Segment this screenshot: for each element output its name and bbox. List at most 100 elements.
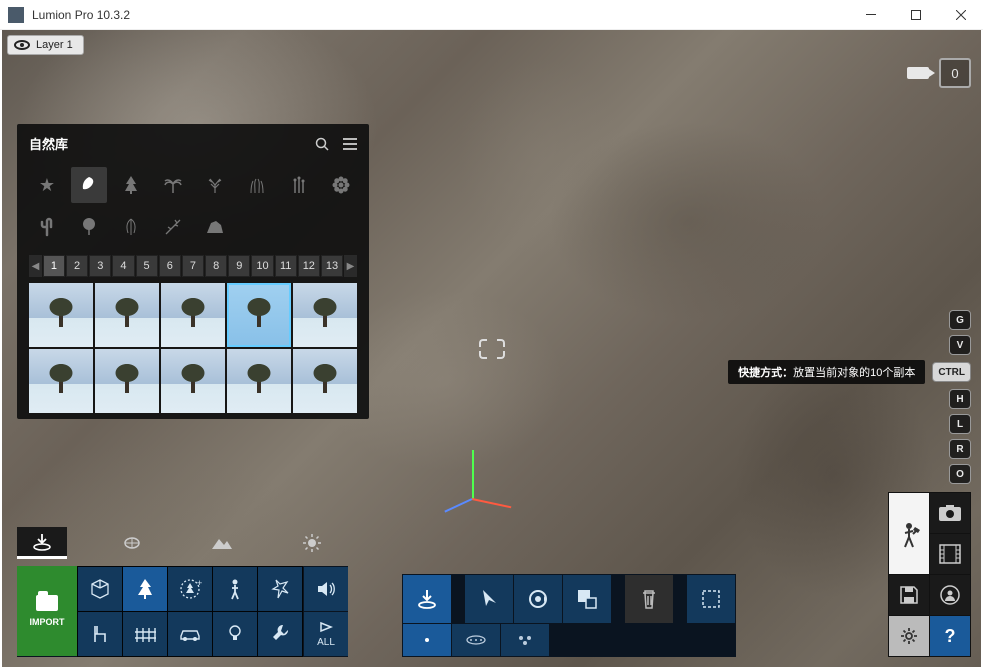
all-button[interactable]: ALL: [304, 612, 348, 656]
layer-chip[interactable]: Layer 1: [7, 35, 84, 55]
thumb-item[interactable]: [293, 349, 357, 413]
tab-weather-icon[interactable]: [287, 527, 337, 559]
cat-cactus-icon[interactable]: [29, 209, 65, 245]
key-g: G: [949, 310, 971, 330]
axis-x: [472, 498, 512, 508]
menu-icon[interactable]: [343, 138, 357, 150]
page-5[interactable]: 5: [136, 255, 158, 277]
cat-baretree-icon[interactable]: [197, 167, 233, 203]
library-panel: 自然库 ★: [17, 124, 369, 419]
page-next-button[interactable]: ▶: [344, 255, 357, 277]
mode-build-icon[interactable]: [889, 493, 929, 574]
select-button[interactable]: [465, 575, 513, 623]
mode-360-icon[interactable]: [930, 575, 970, 615]
rotate-button[interactable]: [514, 575, 562, 623]
page-12[interactable]: 12: [298, 255, 320, 277]
mode-photo-icon[interactable]: [930, 493, 970, 533]
viewport-3d[interactable]: Layer 1 0 自然库 ★: [2, 30, 981, 667]
key-o: O: [949, 464, 971, 484]
thumb-item[interactable]: [95, 283, 159, 347]
page-strip: ◀ 1 2 3 4 5 6 7 8 9 10 11 12 13 ▶: [17, 255, 369, 283]
cat-flower-icon[interactable]: [323, 167, 359, 203]
key-v: V: [949, 335, 971, 355]
thumb-item[interactable]: [161, 283, 225, 347]
app-icon: [8, 7, 24, 23]
page-6[interactable]: 6: [159, 255, 181, 277]
page-prev-button[interactable]: ◀: [29, 255, 42, 277]
mode-help-button[interactable]: ?: [930, 616, 970, 656]
minimize-button[interactable]: [848, 0, 893, 30]
thumb-item[interactable]: [293, 283, 357, 347]
thumb-item[interactable]: [161, 349, 225, 413]
page-8[interactable]: 8: [205, 255, 227, 277]
page-2[interactable]: 2: [66, 255, 88, 277]
cat-grass-icon[interactable]: [239, 167, 275, 203]
cat-star-icon[interactable]: ★: [29, 167, 65, 203]
scale-button[interactable]: [563, 575, 611, 623]
tool-light-icon[interactable]: [213, 612, 257, 656]
cat-branch-icon[interactable]: [155, 209, 191, 245]
tab-place-icon[interactable]: [17, 527, 67, 559]
import-label: IMPORT: [30, 617, 65, 627]
thumb-item[interactable]: [29, 283, 93, 347]
cat-reed-icon[interactable]: [281, 167, 317, 203]
tool-fence-icon[interactable]: [123, 612, 167, 656]
tool-utility-icon[interactable]: [258, 612, 302, 656]
page-13[interactable]: 13: [321, 255, 343, 277]
page-10[interactable]: 10: [251, 255, 273, 277]
cat-rock-icon[interactable]: [197, 209, 233, 245]
page-7[interactable]: 7: [182, 255, 204, 277]
cat-conifer-icon[interactable]: [113, 167, 149, 203]
key-ctrl: CTRL: [932, 362, 971, 382]
cat-leaf-icon[interactable]: [71, 167, 107, 203]
sub-single-icon[interactable]: [403, 624, 451, 656]
tool-cluster-icon[interactable]: +: [168, 567, 212, 611]
delete-button[interactable]: [625, 575, 673, 623]
cat-shrub-icon[interactable]: [71, 209, 107, 245]
tool-car-icon[interactable]: [168, 612, 212, 656]
maximize-button[interactable]: [893, 0, 938, 30]
key-l: L: [949, 414, 971, 434]
tool-tree-icon[interactable]: [123, 567, 167, 611]
key-h: H: [949, 389, 971, 409]
tool-fx-icon[interactable]: [258, 567, 302, 611]
folder-icon: [36, 595, 58, 611]
page-4[interactable]: 4: [112, 255, 134, 277]
camera-icon[interactable]: [907, 67, 929, 79]
thumb-item[interactable]: [29, 349, 93, 413]
page-9[interactable]: 9: [228, 255, 250, 277]
thumb-item-selected[interactable]: [227, 283, 291, 347]
viewport-crosshair: [479, 339, 505, 359]
mode-save-icon[interactable]: [889, 575, 929, 615]
thumbnail-grid: [17, 283, 369, 413]
title-bar: Lumion Pro 10.3.2: [0, 0, 983, 30]
key-hint-column: G V 快捷方式：放置当前对象的10个副本 CTRL H L R O: [728, 310, 971, 484]
layer-label: Layer 1: [36, 39, 73, 51]
sub-cluster-icon[interactable]: [501, 624, 549, 656]
tab-landscape-icon[interactable]: [197, 527, 247, 559]
counter-box[interactable]: 0: [939, 58, 971, 88]
thumb-item[interactable]: [227, 349, 291, 413]
library-title: 自然库: [29, 134, 68, 153]
page-3[interactable]: 3: [89, 255, 111, 277]
import-button[interactable]: IMPORT: [17, 566, 77, 656]
tool-sound-icon[interactable]: [304, 567, 348, 611]
cat-sapling-icon[interactable]: [113, 209, 149, 245]
tool-cube-icon[interactable]: [78, 567, 122, 611]
mode-movie-icon[interactable]: [930, 534, 970, 574]
top-right-controls: 0: [907, 58, 971, 88]
page-11[interactable]: 11: [275, 255, 297, 277]
tool-chair-icon[interactable]: [78, 612, 122, 656]
thumb-item[interactable]: [95, 349, 159, 413]
page-1[interactable]: 1: [43, 255, 65, 277]
search-icon[interactable]: [315, 137, 329, 151]
marquee-button[interactable]: [687, 575, 735, 623]
app-title: Lumion Pro 10.3.2: [32, 8, 130, 22]
place-button[interactable]: [403, 575, 451, 623]
tool-person-icon[interactable]: [213, 567, 257, 611]
close-button[interactable]: [938, 0, 983, 30]
mode-settings-icon[interactable]: [889, 616, 929, 656]
sub-paint-icon[interactable]: [452, 624, 500, 656]
cat-palm-icon[interactable]: [155, 167, 191, 203]
tab-materials-icon[interactable]: [107, 527, 157, 559]
